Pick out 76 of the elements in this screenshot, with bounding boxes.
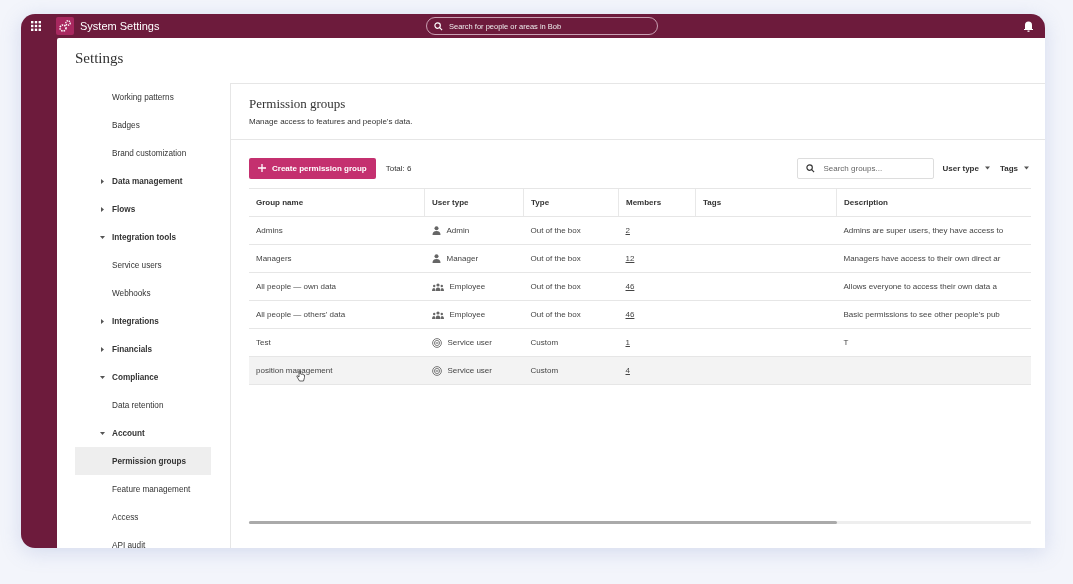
members-link[interactable]: 46 [625, 310, 635, 319]
scrollbar[interactable] [249, 521, 837, 524]
caret-down-icon [1024, 166, 1029, 170]
filter-dropdown[interactable]: User type [940, 163, 992, 173]
table-cell: Service user [447, 366, 492, 375]
table-cell[interactable]: Admins [256, 226, 283, 235]
column-header[interactable]: Type [523, 188, 619, 217]
table-cell: Managers have access to their own direct ar [843, 254, 1001, 263]
column-header[interactable]: Description [836, 188, 1031, 217]
table-cell: Out of the box [530, 310, 581, 319]
service-user-icon [431, 337, 442, 348]
table-cell[interactable]: position management [256, 366, 333, 375]
members-link[interactable]: 1 [625, 338, 630, 347]
search-icon [434, 22, 443, 31]
column-header[interactable]: Tags [695, 188, 837, 217]
table-cell[interactable]: All people — own data [256, 282, 337, 291]
bell-icon[interactable] [1024, 21, 1033, 32]
page-title: Settings [75, 50, 125, 68]
apps-grid-icon[interactable] [31, 21, 41, 31]
column-header[interactable]: Group name [249, 188, 425, 217]
sidebar-item[interactable]: Working patterns [75, 83, 211, 111]
sidebar-item[interactable]: Flows [75, 195, 211, 223]
search-icon [806, 163, 816, 173]
table-cell[interactable]: Test [256, 338, 271, 347]
table-cell[interactable]: All people — others' data [256, 310, 346, 319]
sidebar-item[interactable]: Webhooks [75, 279, 211, 307]
people-icon [431, 282, 444, 291]
table-cell: Admins are super users, they have access to [843, 226, 1004, 235]
sidebar-item[interactable]: Data retention [75, 391, 211, 419]
plus-icon [258, 164, 266, 172]
search-field[interactable]: Search groups... [797, 157, 935, 179]
table-cell: Out of the box [530, 226, 581, 235]
sidebar-item[interactable]: Financials [75, 335, 211, 363]
members-link[interactable]: 12 [625, 254, 635, 263]
table-cell: Custom [530, 338, 559, 347]
table-cell: Basic permissions to see other people's pub [843, 310, 1000, 319]
sidebar-item[interactable]: API audit [75, 531, 211, 548]
sidebar-item[interactable]: Feature management [75, 475, 211, 503]
app-title: System Settings [80, 20, 160, 32]
people-icon [431, 310, 444, 319]
table-cell: Employee [449, 310, 486, 319]
members-link[interactable]: 4 [625, 366, 630, 375]
total-count: Total: 6 [385, 163, 412, 173]
panel-subtitle: Manage access to features and people's data. [249, 117, 414, 126]
table-cell: Employee [449, 282, 486, 291]
members-link[interactable]: 2 [625, 226, 630, 235]
members-link[interactable]: 46 [625, 282, 635, 291]
filter-dropdown[interactable]: Tags [997, 163, 1031, 173]
panel-title: Permission groups [249, 96, 347, 112]
sidebar-item[interactable]: Account [75, 419, 211, 447]
table-cell: Out of the box [530, 254, 581, 263]
table-cell: Admin [446, 226, 470, 235]
sidebar-item[interactable]: Service users [75, 251, 211, 279]
service-user-icon [431, 365, 442, 376]
sidebar-item[interactable]: Data management [75, 167, 211, 195]
gears-icon [56, 17, 74, 35]
sidebar-item[interactable]: Integrations [75, 307, 211, 335]
table-cell: Custom [530, 366, 559, 375]
table-cell: Service user [447, 338, 492, 347]
person-icon [431, 226, 441, 235]
sidebar-item[interactable]: Badges [75, 111, 211, 139]
column-header[interactable]: Members [618, 188, 696, 217]
sidebar-item[interactable]: Permission groups [75, 447, 211, 475]
table-cell[interactable]: Managers [256, 254, 292, 263]
column-header[interactable]: User type [424, 188, 524, 217]
table-cell: Allows everyone to access their own data a [843, 282, 997, 291]
sidebar-item[interactable]: Access [75, 503, 211, 531]
person-icon [431, 254, 441, 263]
sidebar-item[interactable]: Integration tools [75, 223, 211, 251]
table-cell: Manager [446, 254, 479, 263]
caret-down-icon [984, 166, 990, 170]
sidebar-item[interactable]: Compliance [75, 363, 211, 391]
table-cell: Out of the box [530, 282, 581, 291]
create-button[interactable]: Create permission group [249, 157, 376, 179]
sidebar-item[interactable]: Brand customization [75, 139, 211, 167]
table-cell: T [843, 338, 849, 347]
